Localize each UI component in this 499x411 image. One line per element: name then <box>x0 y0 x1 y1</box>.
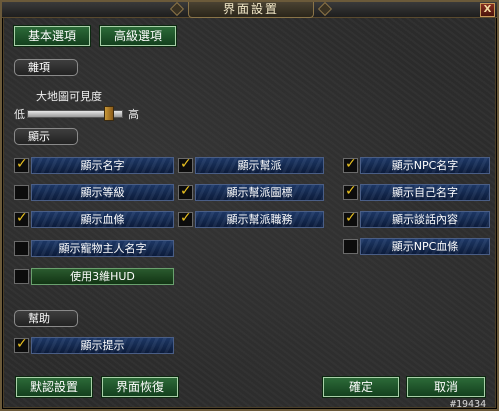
option-label: 顯示名字 <box>31 157 174 174</box>
check-icon: ✓ <box>180 156 192 172</box>
checkbox[interactable] <box>14 241 29 256</box>
check-icon: ✓ <box>345 210 357 226</box>
checkbox[interactable]: ✓ <box>178 156 193 173</box>
slider-low-label: 低 <box>14 108 25 121</box>
cancel-button[interactable]: 取消 <box>406 376 486 398</box>
check-icon: ✓ <box>16 156 28 172</box>
option-label: 顯示等級 <box>31 184 174 201</box>
title-bar[interactable]: 界面設置 X <box>2 1 497 18</box>
checkbox[interactable]: ✓ <box>343 210 358 227</box>
check-icon: ✓ <box>345 156 357 172</box>
title-ornament-left <box>169 1 185 17</box>
title-ornament-right <box>317 1 333 17</box>
checkbox[interactable]: ✓ <box>343 183 358 200</box>
check-icon: ✓ <box>180 210 192 226</box>
slider-high-label: 高 <box>128 108 139 121</box>
option-label: 顯示NPC血條 <box>360 238 490 255</box>
check-icon: ✓ <box>16 210 28 226</box>
check-icon: ✓ <box>16 336 28 352</box>
checkbox[interactable]: ✓ <box>14 210 29 227</box>
checkbox[interactable] <box>14 269 29 284</box>
map-visibility-label: 大地圖可見度 <box>36 90 102 103</box>
option-label: 顯示幫派 <box>195 157 324 174</box>
option-label: 顯示幫派圖標 <box>195 184 324 201</box>
option-label: 顯示自己名字 <box>360 184 490 201</box>
close-button[interactable]: X <box>480 3 495 17</box>
checkbox[interactable]: ✓ <box>178 183 193 200</box>
option-label: 顯示談話內容 <box>360 211 490 228</box>
tab-basic-options[interactable]: 基本選項 <box>13 25 91 47</box>
option-label: 顯示NPC名字 <box>360 157 490 174</box>
tab-advanced-options[interactable]: 高級選項 <box>99 25 177 47</box>
checkbox[interactable]: ✓ <box>14 336 29 353</box>
option-label: 顯示提示 <box>31 337 174 354</box>
checkbox[interactable]: ✓ <box>343 156 358 173</box>
checkbox[interactable] <box>343 239 358 254</box>
checkbox[interactable] <box>14 185 29 200</box>
close-icon: X <box>483 4 492 15</box>
window-title: 界面設置 <box>188 2 314 18</box>
option-label: 顯示血條 <box>31 211 174 228</box>
option-label: 顯示寵物主人名字 <box>31 240 174 257</box>
section-display: 顯示 <box>14 128 78 145</box>
image-id-text: #19434 <box>450 399 487 410</box>
checkbox[interactable]: ✓ <box>178 210 193 227</box>
option-label: 顯示幫派職務 <box>195 211 324 228</box>
check-icon: ✓ <box>345 183 357 199</box>
default-settings-button[interactable]: 默認設置 <box>15 376 93 398</box>
interface-settings-window: 界面設置 X 基本選項 高級選項 雜項 大地圖可見度 低 高 顯示 ✓ 顯示名字… <box>0 0 499 411</box>
check-icon: ✓ <box>180 183 192 199</box>
ok-button[interactable]: 確定 <box>322 376 400 398</box>
option-label: 使用3維HUD <box>31 268 174 285</box>
slider-thumb[interactable] <box>104 106 114 121</box>
section-misc: 雜項 <box>14 59 78 76</box>
checkbox[interactable]: ✓ <box>14 156 29 173</box>
section-help: 幫助 <box>14 310 78 327</box>
restore-interface-button[interactable]: 界面恢復 <box>101 376 179 398</box>
